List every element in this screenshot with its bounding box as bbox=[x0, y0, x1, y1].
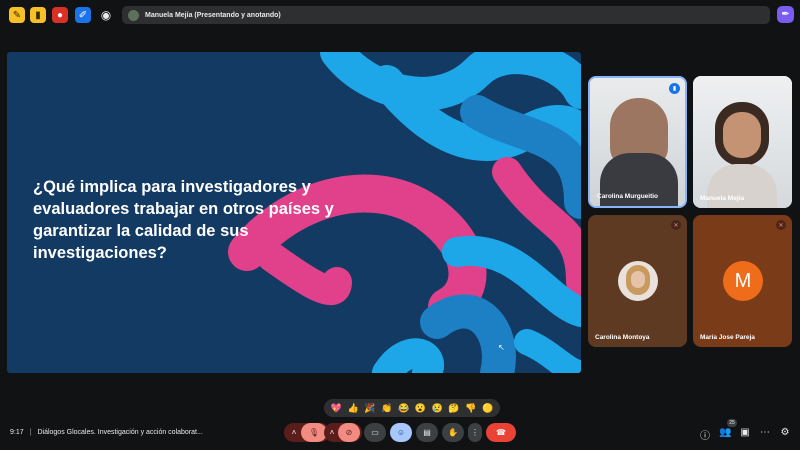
reaction-thumbs-up[interactable]: 👍 bbox=[348, 403, 359, 413]
participant-tile[interactable]: ▮ Carolina Murgueitio bbox=[588, 76, 687, 208]
chevron-up-icon[interactable]: ˄ bbox=[287, 428, 301, 437]
leave-call-button[interactable]: ☎ bbox=[486, 423, 516, 442]
mic-off-icon: ✕ bbox=[671, 220, 681, 230]
participant-tile[interactable]: Manuela Mejía bbox=[693, 76, 792, 208]
presenter-banner[interactable]: Manuela Mejía (Presentando y anotando) bbox=[122, 6, 770, 24]
reaction-surprised[interactable]: 😮 bbox=[415, 403, 426, 413]
divider: | bbox=[29, 429, 32, 436]
record-icon[interactable]: ● bbox=[52, 7, 68, 23]
camera-control: ˄ ⊘ bbox=[324, 423, 362, 442]
people-icon[interactable]: 👥 bbox=[719, 427, 731, 438]
meeting-title: Diálogos Glocales. Investigación y acció… bbox=[37, 429, 203, 436]
slide-title-line: garantizar la calidad de sus bbox=[33, 222, 249, 240]
notes-icon[interactable]: ✎ bbox=[9, 7, 25, 23]
reaction-party[interactable]: 🎉 bbox=[364, 403, 375, 413]
top-bar: ✎ ▮ ● ✐ ◉ Manuela Mejía (Presentando y a… bbox=[0, 0, 800, 30]
participant-tile[interactable]: M ✕ María Jose Pareja bbox=[693, 215, 792, 347]
reactions-bar: 💖 👍 🎉 👏 😂 😮 😢 🤔 👎 🟡 bbox=[324, 399, 500, 417]
mic-off-icon: ✕ bbox=[776, 220, 786, 230]
presenter-avatar bbox=[128, 9, 139, 21]
clock: 9:17 bbox=[10, 429, 24, 436]
presentation-slide: ¿Qué implica para investigadores y evalu… bbox=[7, 52, 581, 373]
chevron-up-icon[interactable]: ˄ bbox=[326, 428, 338, 437]
avatar bbox=[618, 261, 658, 301]
edit-doc-icon[interactable]: ✐ bbox=[75, 7, 91, 23]
captions-button[interactable]: ▤ bbox=[416, 423, 438, 442]
info-icon[interactable]: ⓘ bbox=[699, 427, 711, 442]
more-options-icon[interactable]: ⋮ bbox=[468, 423, 482, 442]
eye-icon[interactable]: ◉ bbox=[98, 7, 114, 23]
annotate-pen-icon[interactable]: ✒ bbox=[777, 6, 794, 23]
slide-title-line: ¿Qué implica para investigadores y bbox=[33, 178, 311, 196]
participant-name: Carolina Murgueitio bbox=[597, 193, 659, 200]
reaction-clap[interactable]: 👏 bbox=[381, 403, 392, 413]
participant-name: Carolina Montoya bbox=[595, 334, 650, 341]
participant-name: María Jose Pareja bbox=[700, 334, 755, 341]
participant-tile[interactable]: ✕ Carolina Montoya bbox=[588, 215, 687, 347]
presenter-text: Manuela Mejía (Presentando y anotando) bbox=[145, 11, 281, 19]
participants-count-badge: 25 bbox=[727, 419, 737, 427]
camera-off-icon[interactable]: ⊘ bbox=[338, 423, 360, 442]
reaction-laugh[interactable]: 😂 bbox=[398, 403, 409, 413]
slide-title: ¿Qué implica para investigadores y evalu… bbox=[33, 176, 413, 264]
reaction-thinking[interactable]: 🤔 bbox=[448, 403, 459, 413]
reaction-more[interactable]: 🟡 bbox=[482, 403, 493, 413]
emoji-button[interactable]: ☺ bbox=[390, 423, 412, 442]
reaction-thumbs-down[interactable]: 👎 bbox=[465, 403, 476, 413]
meeting-info: 9:17 | Diálogos Glocales. Investigación y … bbox=[10, 429, 203, 436]
avatar: M bbox=[723, 261, 763, 301]
meet-window: ✎ ▮ ● ✐ ◉ Manuela Mejía (Presentando y a… bbox=[0, 0, 800, 450]
mouse-cursor-icon: ↖ bbox=[498, 343, 505, 352]
avatar-face bbox=[631, 271, 645, 288]
raise-hand-button[interactable]: ✋ bbox=[442, 423, 464, 442]
slide-title-line: investigaciones? bbox=[33, 244, 167, 262]
present-button[interactable]: ▭ bbox=[364, 423, 386, 442]
reaction-heart[interactable]: 💖 bbox=[331, 403, 342, 413]
door-icon[interactable]: ▮ bbox=[30, 7, 46, 23]
host-controls-icon[interactable]: ⚙ bbox=[779, 427, 791, 438]
participant-name: Manuela Mejía bbox=[700, 195, 745, 202]
person-face bbox=[723, 112, 761, 158]
reaction-sad[interactable]: 😢 bbox=[432, 403, 443, 413]
slide-title-line: evaluadores trabajar en otros países y bbox=[33, 200, 334, 218]
chat-icon[interactable]: ▣ bbox=[739, 427, 751, 438]
activities-icon[interactable]: ⋯ bbox=[759, 427, 771, 438]
speaking-indicator-icon: ▮ bbox=[669, 83, 680, 94]
